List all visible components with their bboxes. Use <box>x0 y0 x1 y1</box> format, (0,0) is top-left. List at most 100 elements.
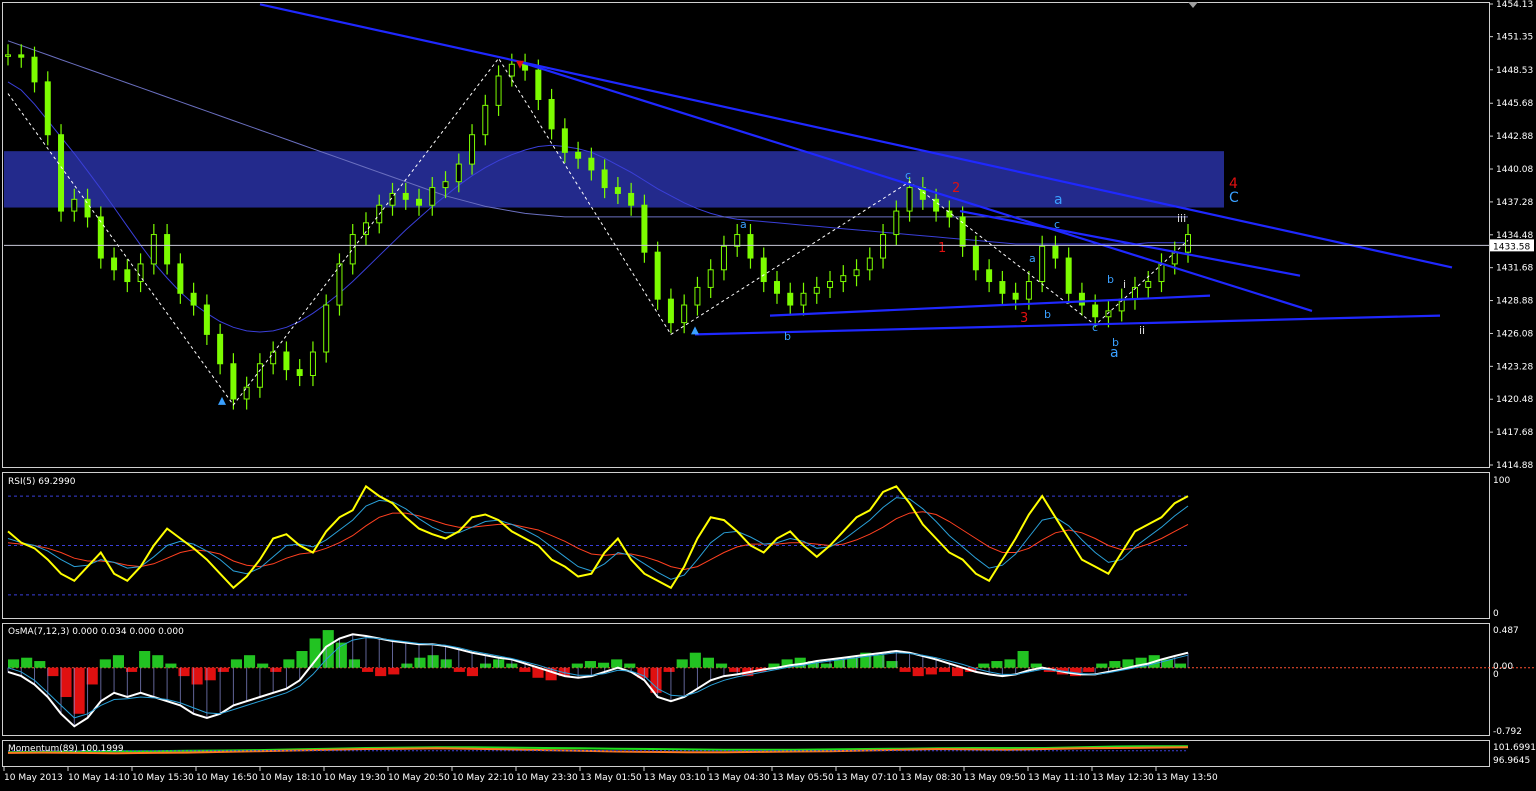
osma-bar <box>584 661 596 668</box>
candle-body <box>1185 234 1191 253</box>
osma-bar <box>912 667 924 677</box>
wave-label-blue: c <box>1054 218 1060 231</box>
candle-body <box>270 351 277 365</box>
osma-bar <box>375 667 387 677</box>
time-tick-label: 13 May 09:50 <box>964 773 1026 783</box>
candle-body <box>1065 257 1072 294</box>
osma-bar <box>388 667 400 675</box>
osma-bar <box>991 661 1003 668</box>
candle-body <box>800 292 807 306</box>
candle-body <box>1145 281 1152 288</box>
candle-body <box>97 216 104 259</box>
candle-body <box>1105 310 1112 318</box>
price-tick-label: 1426.08 <box>1496 329 1533 339</box>
wave-label-blue: i <box>1123 278 1126 291</box>
candle-body <box>309 351 316 377</box>
candle-body <box>256 363 263 388</box>
candle-body <box>1078 292 1085 306</box>
candle-body <box>203 304 210 335</box>
osma-bar <box>899 667 911 672</box>
price-tick-label: 1434.48 <box>1496 231 1533 241</box>
momentum-title: Momentum(89) 100.1999 <box>8 744 124 754</box>
wave-label-blue: ii <box>1139 324 1145 337</box>
osma-bar <box>571 663 583 668</box>
wave-label-red: 2 <box>952 181 960 196</box>
current-price-label: 1433.58 <box>1493 242 1530 252</box>
candle-body <box>177 263 184 294</box>
momentum-tick-bottom: 96.9645 <box>1493 756 1530 766</box>
osma-bar <box>1096 663 1108 668</box>
osma-bar <box>598 662 610 668</box>
candle-body <box>44 81 51 136</box>
wave-label-blue: C <box>1229 190 1239 206</box>
osma-bar <box>21 657 33 668</box>
osma-bar <box>611 659 623 668</box>
candle-body <box>747 234 754 259</box>
candle-body <box>720 245 727 271</box>
osma-bar <box>1004 659 1016 668</box>
osma-bar <box>414 657 426 668</box>
time-tick-label: 10 May 19:30 <box>324 773 386 783</box>
candle-body <box>230 363 237 400</box>
osma-bar <box>309 638 321 668</box>
osma-bar <box>270 667 282 672</box>
osma-bar <box>112 655 124 668</box>
price-axis-ticks: 1454.13 1451.35 1448.53 1445.68 1442.88 1440.… <box>1489 0 1533 471</box>
time-tick-label: 13 May 03:10 <box>644 773 706 783</box>
osma-bar <box>244 655 256 668</box>
candle-body <box>773 281 780 294</box>
candle-body <box>853 269 860 277</box>
osma-bar <box>257 663 269 668</box>
rsi-title: RSI(5) 69.2990 <box>8 477 76 487</box>
candle-body <box>561 128 568 153</box>
price-tick-label: 1420.48 <box>1496 395 1533 405</box>
wave-label-blue: b <box>1107 273 1114 286</box>
candle-body <box>124 269 131 283</box>
osma-bar <box>401 663 413 668</box>
price-tick-label: 1445.68 <box>1496 99 1533 109</box>
time-tick-label: 10 May 20:50 <box>388 773 450 783</box>
candle-body <box>628 192 635 206</box>
time-tick-label: 13 May 11:10 <box>1028 773 1090 783</box>
candle-body <box>217 333 224 365</box>
wave-label-blue: a <box>1054 192 1063 208</box>
osma-bar <box>217 667 229 672</box>
candle-body <box>972 245 979 271</box>
chart-canvas[interactable]: 4213Caaccabbbacbiiiiii 1433.58 1454.1314… <box>0 0 1536 787</box>
osma-bar <box>165 663 177 668</box>
osma-bar <box>1109 661 1121 668</box>
trading-chart[interactable]: 4 2 1 3 Ca a c c a b b b a c b i ii iii 1433.58 1454.13 14… <box>0 0 1536 787</box>
candle-body <box>840 275 847 283</box>
candle-body <box>58 134 65 212</box>
candle-body <box>946 210 953 218</box>
osma-tick-top: 0.487 <box>1493 626 1519 636</box>
candle-body <box>1171 251 1178 265</box>
osma-bar <box>73 667 85 714</box>
candle-body <box>482 104 489 136</box>
wave-label-blue: a <box>740 218 747 231</box>
candle-body <box>1025 281 1032 300</box>
osma-bar <box>139 651 151 668</box>
price-tick-label: 1440.08 <box>1496 165 1533 175</box>
time-tick-label: 13 May 04:30 <box>708 773 770 783</box>
osma-bar <box>663 667 675 672</box>
osma-bar <box>466 667 478 677</box>
candle-body <box>469 134 476 165</box>
candle-body <box>84 198 91 218</box>
candle-body <box>416 198 423 206</box>
candle-body <box>18 54 25 58</box>
supply-zone-rect <box>4 151 1224 208</box>
osma-tick-bottom: -0.792 <box>1493 727 1522 737</box>
osma-bar <box>938 667 950 672</box>
osma-bar <box>230 659 242 668</box>
wave-label-blue: b <box>784 330 791 343</box>
osma-bar <box>689 652 701 668</box>
candle-body <box>694 286 701 306</box>
candle-body <box>1158 263 1165 283</box>
osma-bar <box>716 663 728 668</box>
candle-body <box>893 210 900 236</box>
osma-bar <box>702 657 714 668</box>
wave-label-blue: c <box>905 169 911 182</box>
price-tick-label: 1417.68 <box>1496 428 1533 438</box>
time-tick-label: 13 May 12:30 <box>1092 773 1154 783</box>
